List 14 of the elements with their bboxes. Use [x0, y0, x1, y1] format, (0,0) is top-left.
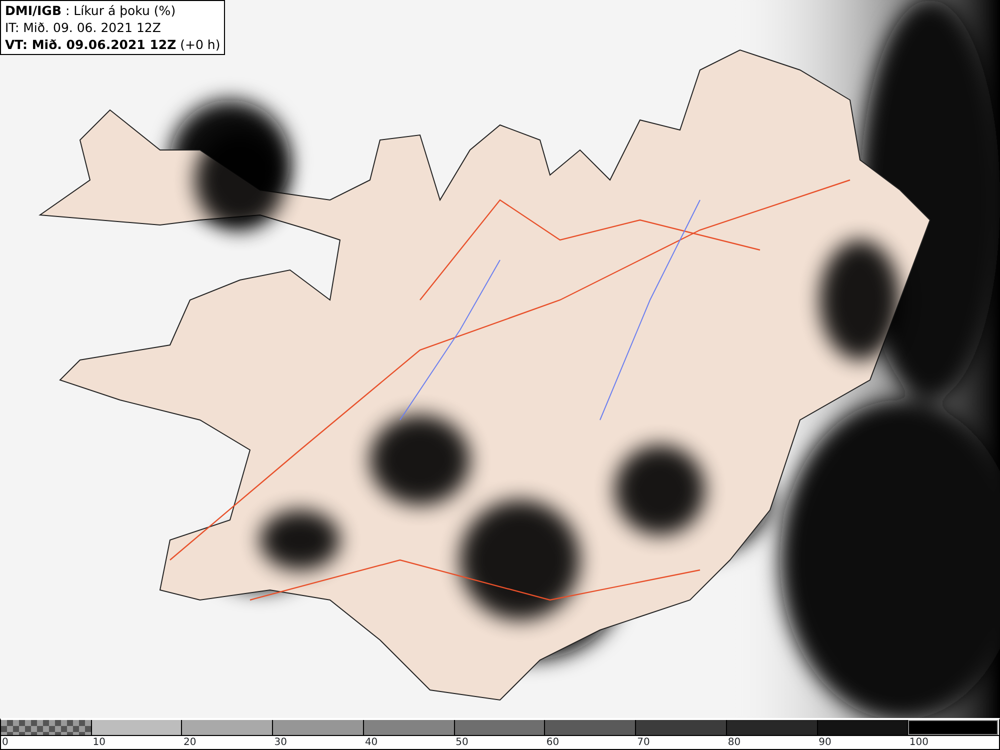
legend-label: 40 — [364, 736, 379, 749]
legend-label: 10 — [92, 736, 106, 749]
info-line: DMI/IGB : Líkur á þoku (%) — [5, 2, 177, 19]
legend-label: 80 — [726, 736, 742, 749]
legend-label: 0 — [1, 736, 10, 749]
legend-label: 50 — [454, 736, 470, 749]
legend-label: 100 — [908, 736, 930, 749]
legend-label: 90 — [818, 736, 832, 749]
legend-label: 30 — [273, 736, 288, 749]
legend-label: 70 — [636, 736, 651, 749]
info-line: IT: Mið. 09. 06. 2021 12Z — [5, 19, 162, 36]
legend-label: 60 — [545, 736, 560, 749]
info-line: VT: Mið. 09.06.2021 12Z (+0 h) — [5, 36, 220, 53]
legend-label: 20 — [182, 736, 198, 749]
